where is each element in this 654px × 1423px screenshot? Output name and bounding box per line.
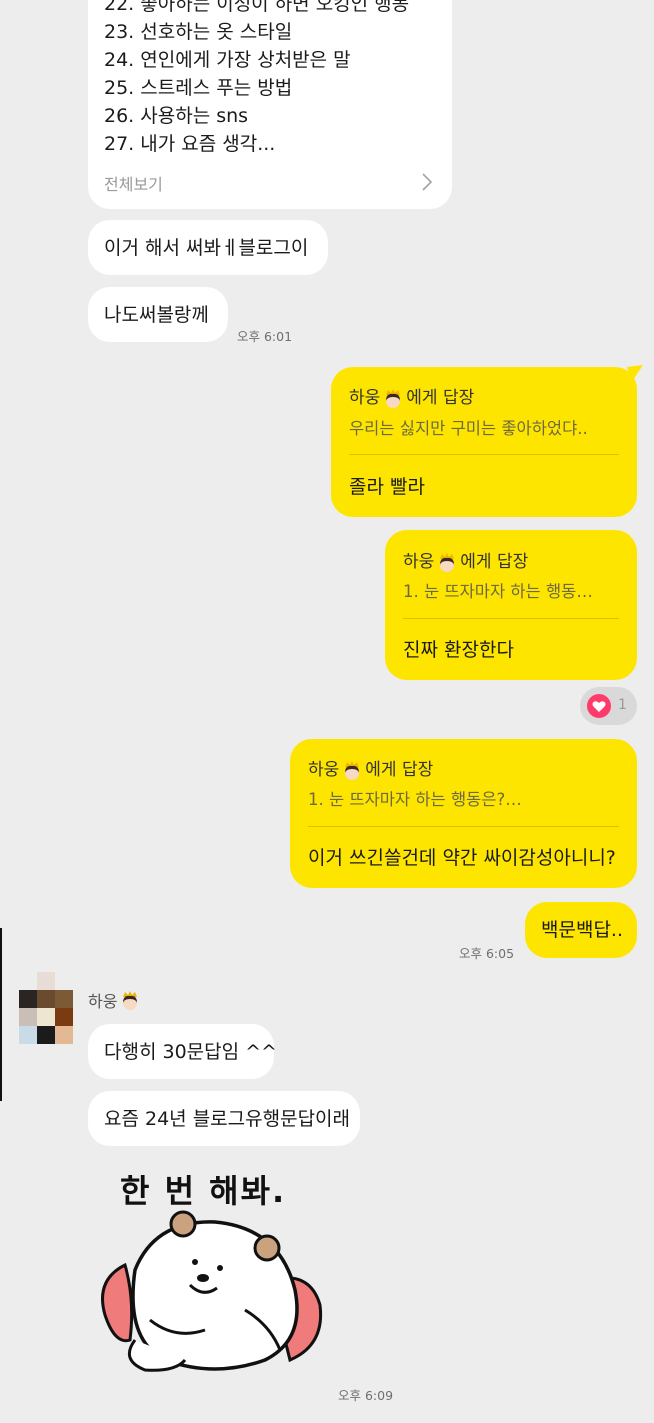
crown-emoji-icon bbox=[386, 389, 401, 408]
reply-target: 하웅 에게 답장 bbox=[349, 387, 474, 409]
reply-bubble[interactable]: 하웅 에게 답장 1. 눈 뜨자마자 하는 행동… 진짜 환장한다 bbox=[385, 530, 637, 680]
reply-target: 하웅 에게 답장 bbox=[403, 551, 528, 573]
message-text: 졸라 빨라 bbox=[349, 476, 425, 498]
reply-divider bbox=[349, 454, 619, 455]
sender-name: 하웅 bbox=[88, 988, 143, 1012]
message-text: 백문백답.. bbox=[541, 919, 623, 941]
sticker-caption: 한 번 해봐. bbox=[120, 1172, 287, 1210]
bubble-tail bbox=[627, 365, 643, 383]
reply-bubble[interactable]: 하웅 에게 답장 1. 눈 뜨자마자 하는 행동은?… 이거 쓰긴쓸건데 약간 … bbox=[290, 739, 637, 888]
avatar[interactable] bbox=[19, 972, 73, 1044]
list-item: 24. 연인에게 가장 상처받은 말 bbox=[104, 49, 351, 71]
reply-preview: 1. 눈 뜨자마자 하는 행동은?… bbox=[308, 790, 522, 809]
reply-target-name: 하웅 bbox=[308, 760, 340, 780]
message-timestamp: 오후 6:05 bbox=[459, 946, 515, 961]
reply-preview: 1. 눈 뜨자마자 하는 행동… bbox=[403, 582, 593, 601]
reply-preview: 우리는 싫지만 구미는 좋아하었댜.. bbox=[349, 419, 588, 438]
reply-label: 에게 답장 bbox=[365, 760, 434, 780]
message-text: 진짜 환장한다 bbox=[403, 639, 514, 661]
message-timestamp: 오후 6:09 bbox=[338, 1388, 394, 1403]
list-item: 25. 스트레스 푸는 방법 bbox=[104, 77, 293, 99]
reply-target: 하웅 에게 답장 bbox=[308, 759, 433, 781]
view-all-link[interactable]: 전체보기 bbox=[104, 171, 163, 195]
crown-emoji-icon bbox=[123, 991, 138, 1010]
message-text: 다행히 30문답임 ^^ bbox=[104, 1041, 277, 1063]
heart-icon bbox=[587, 694, 611, 718]
crown-emoji-icon bbox=[345, 761, 360, 780]
message-text: 요즘 24년 블로그유행문답이래 bbox=[104, 1108, 351, 1130]
reply-label: 에게 답장 bbox=[406, 388, 475, 408]
reaction-count: 1 bbox=[618, 697, 627, 713]
message-text: 이거 해서 써봐ㅔ블로그이 bbox=[104, 237, 309, 259]
list-item: 27. 내가 요즘 생각... bbox=[104, 133, 276, 155]
message-text: 이거 쓰긴쓸건데 약간 싸이감성아니니? bbox=[308, 847, 616, 869]
chevron-right-icon[interactable] bbox=[421, 172, 433, 192]
reply-divider bbox=[308, 826, 619, 827]
reply-label: 에게 답장 bbox=[460, 552, 529, 572]
message-bubble[interactable]: 나도써볼랑께 bbox=[88, 287, 228, 342]
reply-target-name: 하웅 bbox=[349, 388, 381, 408]
sender-name-text: 하웅 bbox=[88, 992, 118, 1011]
list-item: 26. 사용하는 sns bbox=[104, 105, 249, 127]
message-text: 나도써볼랑께 bbox=[104, 304, 209, 326]
message-bubble[interactable]: 이거 해서 써봐ㅔ블로그이 bbox=[88, 220, 328, 275]
reply-target-name: 하웅 bbox=[403, 552, 435, 572]
list-item: 22. 좋아하는 이성이 하면 오킹인 행동 bbox=[104, 0, 410, 15]
message-bubble[interactable]: 요즘 24년 블로그유행문답이래 bbox=[88, 1091, 360, 1146]
message-bubble[interactable]: 백문백답.. bbox=[525, 902, 637, 958]
left-edge-bar bbox=[0, 928, 2, 1101]
reply-bubble[interactable]: 하웅 에게 답장 우리는 싫지만 구미는 좋아하었댜.. 졸라 빨라 bbox=[331, 365, 643, 517]
reaction-badge[interactable]: 1 bbox=[580, 687, 637, 725]
question-list-card[interactable]: 22. 좋아하는 이성이 하면 오킹인 행동 23. 선호하는 옷 스타일 24… bbox=[88, 0, 452, 209]
bear-sticker-image bbox=[101, 1210, 323, 1372]
reply-divider bbox=[403, 618, 619, 619]
crown-emoji-icon bbox=[440, 553, 455, 572]
list-item: 23. 선호하는 옷 스타일 bbox=[104, 21, 293, 43]
message-bubble[interactable]: 다행히 30문답임 ^^ bbox=[88, 1024, 277, 1079]
message-timestamp: 오후 6:01 bbox=[237, 329, 293, 344]
sticker[interactable]: 한 번 해봐. bbox=[95, 1160, 335, 1380]
